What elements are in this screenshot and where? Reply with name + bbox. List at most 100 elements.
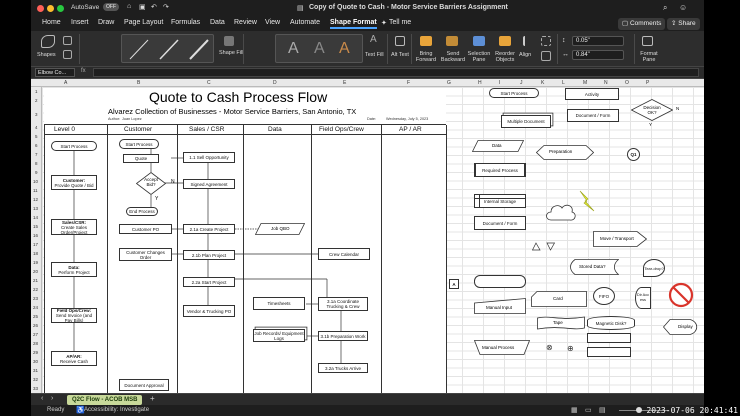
shape-height-input[interactable]: 0.05": [572, 36, 624, 46]
comments-button[interactable]: ▢ Comments: [618, 18, 666, 30]
preparation-work-process[interactable]: 3.1b Preparation Work: [318, 331, 368, 341]
quote-document[interactable]: Quote: [123, 154, 159, 163]
group-icon[interactable]: [541, 36, 551, 46]
legend-terminator[interactable]: [474, 275, 526, 288]
shape-styles-gallery[interactable]: [121, 34, 214, 63]
tab-formulas[interactable]: Formulas: [171, 19, 200, 26]
account-icon[interactable]: ☺: [679, 3, 687, 12]
job-records-multidoc[interactable]: Job Records/ Equipment Logs: [253, 329, 305, 342]
undo-icon[interactable]: ↶: [151, 3, 157, 11]
worksheet[interactable]: A B C D E F G H I J K L M N O P 1 2 3 4 …: [31, 79, 704, 393]
legend-cloud[interactable]: [545, 202, 577, 224]
legend-multiple-document[interactable]: Multiple Document: [501, 115, 551, 128]
tab-automate[interactable]: Automate: [290, 19, 320, 26]
tab-page-layout[interactable]: Page Layout: [124, 19, 163, 26]
plan-project-process[interactable]: 2.1b Plan Project: [183, 250, 235, 260]
legend-blank-rect-1[interactable]: [587, 333, 631, 343]
legend-document-form[interactable]: Document / Form: [567, 109, 619, 122]
tab-draw[interactable]: Draw: [98, 19, 114, 26]
text-fill-icon[interactable]: A: [370, 35, 377, 45]
send-backward-icon[interactable]: [446, 36, 458, 46]
coordinate-trucking-process[interactable]: 3.1a Coordinate Trucking & Crew: [318, 297, 368, 311]
level0-field-box[interactable]: Field Ops/Crew: Send Invoice (and Pay Bi…: [51, 308, 97, 323]
level0-data-box[interactable]: Data: Perform Project: [51, 262, 97, 277]
name-box[interactable]: Elbow Co...: [35, 68, 75, 77]
create-project-process[interactable]: 2.1a Create Project: [183, 224, 235, 234]
vendor-trucking-po[interactable]: Vendor & Trucking PO: [183, 305, 235, 317]
legend-teardrop[interactable]: Tear-drop?: [643, 259, 665, 277]
align-label: Align: [519, 52, 532, 58]
fx-icon[interactable]: fx: [81, 68, 86, 74]
customer-changes-order[interactable]: Customer Changes Order: [119, 248, 172, 261]
redo-icon[interactable]: ↷: [163, 3, 169, 11]
align-icon[interactable]: [523, 36, 533, 46]
level0-apar-box[interactable]: AP/AR: Receive Cash: [51, 351, 97, 366]
legend-activity[interactable]: Activity: [565, 88, 619, 100]
tab-home[interactable]: Home: [42, 19, 61, 26]
tab-tell-me[interactable]: Tell me: [389, 19, 411, 26]
level0-customer-box[interactable]: Customer: Provide Quote / Bid: [51, 175, 97, 190]
format-pane-icon[interactable]: [642, 36, 653, 46]
reorder-objects-icon[interactable]: [499, 36, 511, 46]
next-sheet-icon[interactable]: ›: [51, 395, 53, 402]
zoom-window-button[interactable]: [57, 5, 64, 12]
legend-document-form-2[interactable]: Document / Form: [474, 216, 526, 230]
sell-opportunity-process[interactable]: 1.1 Sell Opportunity: [183, 152, 235, 163]
wordart-styles-gallery[interactable]: A A A: [275, 34, 363, 63]
tab-view[interactable]: View: [265, 19, 280, 26]
start-process-node[interactable]: Start Process: [119, 139, 159, 149]
tab-insert[interactable]: Insert: [71, 19, 89, 26]
crew-calendar-document[interactable]: Crew Calendar: [318, 248, 370, 260]
save-icon[interactable]: ▣: [139, 3, 146, 11]
zoom-slider-thumb[interactable]: [636, 407, 642, 413]
edit-shape-icon[interactable]: [63, 36, 72, 45]
legend-offpage-a[interactable]: A: [449, 279, 459, 289]
home-icon[interactable]: ⌂: [127, 3, 131, 10]
shape-width-input[interactable]: 0.84": [572, 50, 624, 60]
shapes-icon[interactable]: [41, 35, 55, 48]
selection-pane-icon[interactable]: [473, 36, 485, 46]
add-sheet-icon[interactable]: +: [150, 394, 155, 403]
legend-required-process[interactable]: Required Process: [474, 163, 526, 177]
legend-fifo[interactable]: FIFO: [593, 287, 615, 305]
alt-text-icon[interactable]: [395, 36, 405, 46]
autosave-toggle[interactable]: OFF: [103, 3, 119, 11]
text-box-icon[interactable]: [63, 50, 72, 59]
wordart-style-3[interactable]: A: [339, 40, 350, 58]
prev-sheet-icon[interactable]: ‹: [41, 395, 43, 402]
share-button[interactable]: ⇪ Share: [667, 18, 700, 30]
sheet-tab-q2c-flow[interactable]: Q2C Flow - ACOB MSB: [67, 395, 143, 405]
formula-input[interactable]: [93, 68, 699, 77]
legend-blank-rect-2[interactable]: [587, 347, 631, 357]
minimize-window-button[interactable]: [47, 5, 54, 12]
page-layout-view-icon[interactable]: ▭: [585, 406, 592, 414]
legend-connector[interactable]: Q1: [627, 148, 640, 161]
start-project-process[interactable]: 2.2a Start Project: [183, 277, 235, 287]
accessibility-status[interactable]: Accessibility: Investigate: [84, 407, 149, 413]
shape-fill-icon[interactable]: [224, 36, 234, 46]
customer-po-document[interactable]: Customer PO: [119, 224, 172, 234]
wordart-style-2[interactable]: A: [314, 40, 325, 58]
search-icon[interactable]: ⌕: [663, 3, 667, 13]
tab-data[interactable]: Data: [210, 19, 225, 26]
page-break-view-icon[interactable]: ▤: [599, 406, 606, 414]
timesheets-document[interactable]: Timesheets: [253, 297, 305, 310]
end-process-node[interactable]: End Process: [126, 207, 158, 216]
legend-display-label: Display: [678, 324, 693, 329]
bring-forward-icon[interactable]: [420, 36, 432, 46]
trucks-arrive-process[interactable]: 3.2a Trucks Arrive: [318, 363, 368, 373]
close-window-button[interactable]: [37, 5, 44, 12]
legend-internal-storage[interactable]: Internal Storage: [474, 194, 526, 208]
legend-start-process[interactable]: Start Process: [489, 88, 539, 98]
wordart-style-1[interactable]: A: [288, 40, 299, 58]
rotate-icon[interactable]: [541, 51, 551, 61]
legend-direct-access[interactable]: Dir Acc ess: [635, 287, 651, 309]
signed-agreement-document[interactable]: Signed Agreement: [183, 179, 235, 189]
legend-magnetic-disk[interactable]: Magnetic Disk?: [587, 316, 635, 330]
tab-shape-format[interactable]: Shape Format: [330, 19, 377, 29]
document-approval[interactable]: Document Approval: [119, 379, 169, 391]
tab-review[interactable]: Review: [234, 19, 257, 26]
level0-start-process[interactable]: Start Process: [51, 141, 97, 151]
normal-view-icon[interactable]: ▦: [571, 406, 578, 414]
level0-sales-box[interactable]: Sales/CSR: Create Sales Order/Project: [51, 219, 97, 235]
